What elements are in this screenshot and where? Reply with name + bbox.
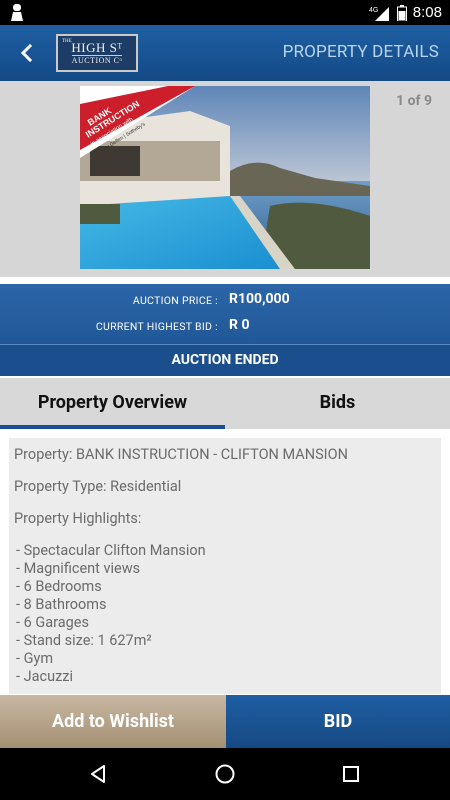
list-item: - 8 Bathrooms xyxy=(16,596,107,613)
system-nav-bar xyxy=(0,748,450,800)
highlights-label: Property Highlights: xyxy=(14,510,142,527)
list-item: - Stand size: 1 627m² xyxy=(16,632,152,649)
property-type: Property Type: Residential xyxy=(14,478,182,495)
add-to-wishlist-button[interactable]: Add to Wishlist xyxy=(0,695,226,748)
property-photo[interactable]: BANK INSTRUCTION in association with Lew… xyxy=(80,86,370,269)
auction-status-banner: AUCTION ENDED xyxy=(0,344,450,376)
list-item: - 6 Bedrooms xyxy=(16,578,102,595)
list-item: - Magnificent views xyxy=(16,560,141,577)
overview-panel: Property: BANK INSTRUCTION - CLIFTON MAN… xyxy=(9,438,441,694)
svg-text:4G: 4G xyxy=(369,7,378,14)
nav-back-button[interactable] xyxy=(83,760,113,788)
battery-icon xyxy=(396,4,407,21)
image-counter: 1 of 9 xyxy=(396,93,432,109)
nav-recents-button[interactable] xyxy=(336,760,366,788)
property-image: BANK INSTRUCTION in association with Lew… xyxy=(80,86,370,269)
highest-bid-label: CURRENT HIGHEST BID : xyxy=(95,320,218,333)
signal-icon: 4G xyxy=(369,6,389,21)
triangle-back-icon xyxy=(91,765,105,783)
list-item: - Spectacular Clifton Mansion xyxy=(16,542,206,559)
tab-bar: Property Overview Bids xyxy=(0,378,450,429)
image-gallery[interactable]: BANK INSTRUCTION in association with Lew… xyxy=(0,81,450,277)
notification-icon xyxy=(11,4,23,21)
overview-scroll[interactable]: Property: BANK INSTRUCTION - CLIFTON MAN… xyxy=(0,429,450,694)
tab-property-overview[interactable]: Property Overview xyxy=(0,378,225,429)
list-item: - Gym xyxy=(16,650,54,667)
highest-bid-value: R 0 xyxy=(229,317,250,333)
list-item: - Jacuzzi xyxy=(16,668,73,685)
back-arrow-icon xyxy=(20,44,33,62)
property-name: Property: BANK INSTRUCTION - CLIFTON MAN… xyxy=(14,446,348,463)
nav-home-button[interactable] xyxy=(210,760,240,788)
bid-button[interactable]: BID xyxy=(226,695,450,748)
tab-bids[interactable]: Bids xyxy=(225,378,450,429)
auction-price-label: AUCTION PRICE : xyxy=(132,294,218,307)
highest-bid-row: CURRENT HIGHEST BID : R 0 xyxy=(0,315,450,339)
auction-price-value: R100,000 xyxy=(229,291,290,307)
action-bar: Add to Wishlist BID xyxy=(0,695,450,748)
page-title: PROPERTY DETAILS xyxy=(282,42,439,62)
app-bar: THE HIGH Sᵀ AUCTION Cᵒ PROPERTY DETAILS xyxy=(0,25,450,81)
logo: THE HIGH Sᵀ AUCTION Cᵒ xyxy=(56,34,138,72)
highlights-list: - Spectacular Clifton Mansion - Magnific… xyxy=(14,542,436,686)
back-button[interactable] xyxy=(6,33,46,73)
auction-info-panel: AUCTION PRICE : R100,000 CURRENT HIGHEST… xyxy=(0,284,450,376)
list-item: - 6 Garages xyxy=(16,614,89,631)
square-recents-icon xyxy=(343,766,359,782)
auction-price-row: AUCTION PRICE : R100,000 xyxy=(0,289,450,313)
clock: 8:08 xyxy=(412,4,442,21)
status-bar: 4G 8:08 xyxy=(0,0,450,25)
circle-home-icon xyxy=(215,764,235,784)
